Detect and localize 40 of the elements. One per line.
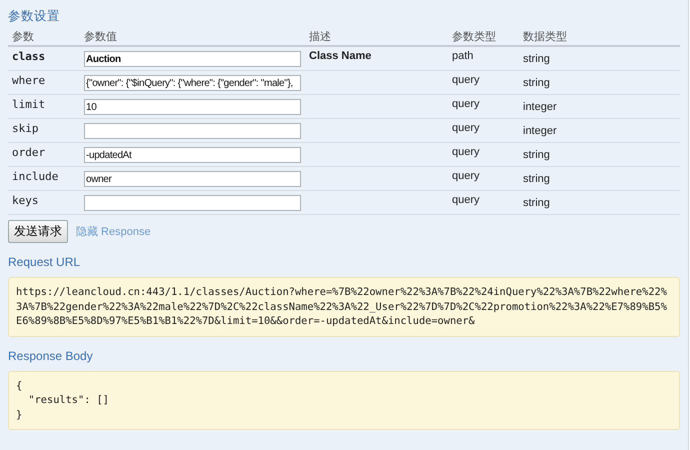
data-type: string <box>523 77 550 89</box>
code-block: https://leancloud.cn:443/1.1/classes/Auction?where=%7B%22owner%22%3A%7B%22%24inQuery%22%3A%7B%22where%22%3A%7B%22gender%22%3A%22male%22%7D%2C%22className%22%3A%22_User%22%7D%7D%2C%22promotion%22%3A%22%E7%89%B5%E6%89%8B%E5%8D%97%E5%B1%B1%22%7D&limit=10&&order=-updatedAt&include=owner& <box>8 277 680 336</box>
param-name: where <box>12 74 46 87</box>
param-type: query <box>452 146 480 158</box>
data-type: string <box>523 149 550 161</box>
column-header: 参数值 <box>84 30 117 44</box>
data-type: integer <box>523 101 557 113</box>
param-type: query <box>452 122 480 134</box>
column-header: 描述 <box>309 30 331 44</box>
param-name: class <box>12 50 46 63</box>
param-value-field[interactable] <box>84 195 301 211</box>
param-type: query <box>452 98 480 110</box>
param-value-field[interactable]: Auction <box>84 51 301 67</box>
data-type: string <box>523 53 550 65</box>
param-type: query <box>452 170 480 182</box>
param-name: skip <box>12 122 38 135</box>
param-name: include <box>12 170 58 183</box>
param-value-field[interactable]: 10 <box>84 99 301 115</box>
param-name: keys <box>12 194 38 207</box>
data-type: integer <box>523 125 557 137</box>
column-header: 参数类型 <box>452 30 496 44</box>
param-value-field[interactable]: owner <box>84 171 301 187</box>
send-request-button[interactable]: 发送请求 <box>8 220 68 243</box>
section-title: 参数设置 <box>8 8 61 25</box>
data-type: string <box>523 197 550 209</box>
param-name: limit <box>12 98 46 111</box>
column-header: 数据类型 <box>523 30 567 44</box>
param-value-field[interactable]: -updatedAt <box>84 147 301 163</box>
section-title: Request URL <box>8 255 82 269</box>
section-title: Response Body <box>8 348 94 362</box>
param-name: order <box>12 146 46 159</box>
param-value-field[interactable]: {"owner": {"$inQuery": {"where": {"gender": "male"}, <box>84 75 301 91</box>
param-value-field[interactable] <box>84 123 301 139</box>
param-type: path <box>452 50 474 62</box>
param-description: Class Name <box>309 50 372 62</box>
param-type: query <box>452 74 480 86</box>
data-type: string <box>523 173 550 185</box>
column-header: 参数 <box>12 30 34 44</box>
code-block: { "results": [] } <box>8 370 680 430</box>
param-type: query <box>452 194 480 206</box>
